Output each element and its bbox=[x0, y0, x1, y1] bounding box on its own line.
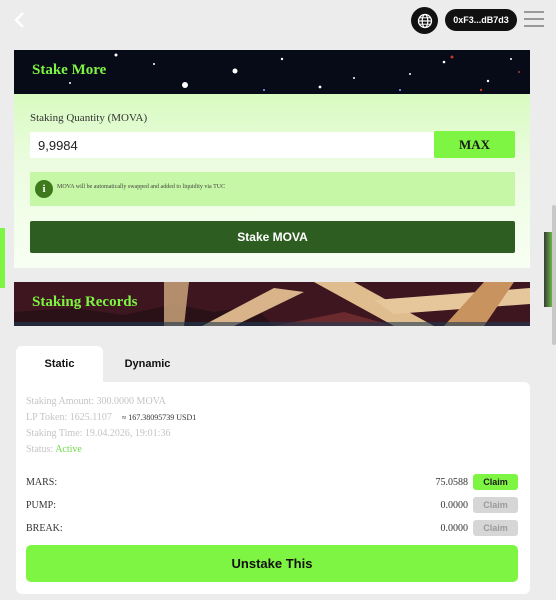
tab-static[interactable]: Static bbox=[16, 346, 103, 382]
info-text: MOVA will be automatically swapped and a… bbox=[57, 184, 226, 190]
reward-token-value: 0.0000 bbox=[440, 523, 469, 534]
wallet-address-button[interactable]: 0xF3...dB7d3 bbox=[445, 9, 517, 31]
staking-records-banner: Staking Records bbox=[14, 282, 530, 326]
left-decoration bbox=[0, 228, 5, 288]
reward-token-value: 75.0588 bbox=[435, 477, 469, 488]
stake-more-banner: Stake More bbox=[14, 50, 530, 94]
max-button[interactable]: MAX bbox=[434, 131, 515, 158]
lp-token-amount: LP Token: 1625.1107 bbox=[26, 412, 112, 423]
reward-row-break: BREAK: 0.0000 Claim bbox=[26, 520, 518, 538]
unstake-button[interactable]: Unstake This bbox=[26, 545, 518, 582]
info-notice: i MOVA will be automatically swapped and… bbox=[30, 172, 515, 206]
scrollbar-thumb[interactable] bbox=[552, 205, 556, 345]
claim-mars-button[interactable]: Claim bbox=[473, 474, 518, 490]
status-row: Status: Active bbox=[26, 444, 82, 455]
language-globe-icon[interactable] bbox=[411, 7, 438, 34]
staking-record-card: Staking Amount: 300.0000 MOVA LP Token: … bbox=[16, 382, 530, 594]
quantity-input[interactable] bbox=[30, 132, 434, 158]
reward-token-value: 0.0000 bbox=[440, 500, 469, 511]
hamburger-menu-icon[interactable] bbox=[524, 11, 544, 29]
lp-token-usd: ≈ 167.38095739 USD1 bbox=[121, 413, 197, 422]
tab-dynamic[interactable]: Dynamic bbox=[104, 346, 191, 382]
reward-token-name: BREAK: bbox=[26, 523, 63, 534]
top-bar: 0xF3...dB7d3 bbox=[0, 0, 556, 46]
stake-more-title: Stake More bbox=[32, 62, 107, 78]
reward-row-mars: MARS: 75.0588 Claim bbox=[26, 474, 518, 492]
reward-token-name: MARS: bbox=[26, 477, 58, 488]
staking-records-title: Staking Records bbox=[32, 294, 138, 310]
status-label: Status: bbox=[26, 444, 54, 455]
info-icon: i bbox=[35, 180, 53, 198]
claim-pump-button[interactable]: Claim bbox=[473, 497, 518, 513]
quantity-label: Staking Quantity (MOVA) bbox=[30, 112, 148, 124]
staking-amount: Staking Amount: 300.0000 MOVA bbox=[26, 396, 166, 407]
reward-token-name: PUMP: bbox=[26, 500, 57, 511]
stake-form-card: Staking Quantity (MOVA) MAX i MOVA will … bbox=[14, 94, 530, 268]
status-badge: Active bbox=[55, 444, 82, 455]
lp-token-row: LP Token: 1625.1107 ≈ 167.38095739 USD1 bbox=[26, 412, 196, 423]
claim-break-button[interactable]: Claim bbox=[473, 520, 518, 536]
back-arrow-icon[interactable] bbox=[8, 8, 32, 32]
staking-time: Staking Time: 19.04.2026, 19:01:36 bbox=[26, 428, 171, 439]
stake-mova-button[interactable]: Stake MOVA bbox=[30, 221, 515, 253]
reward-row-pump: PUMP: 0.0000 Claim bbox=[26, 497, 518, 515]
